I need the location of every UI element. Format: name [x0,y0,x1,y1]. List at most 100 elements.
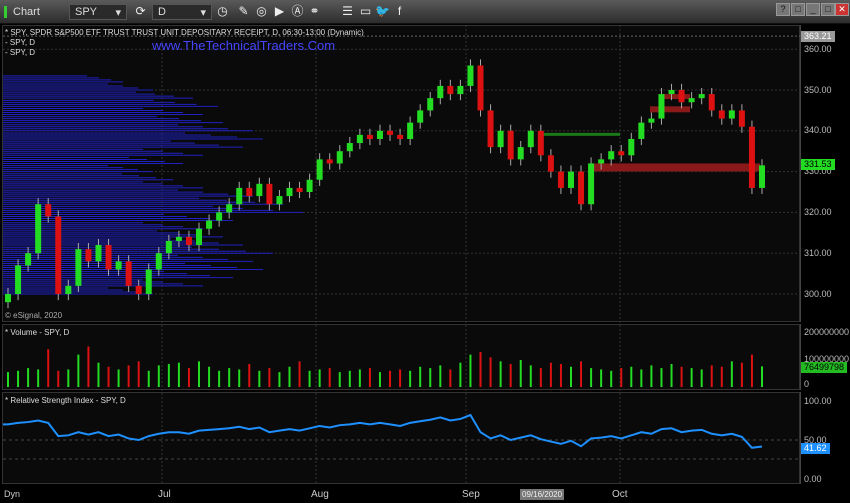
candle-body [567,171,574,188]
candle-body [507,130,514,160]
candle-body [437,85,444,99]
candle-body [457,85,464,95]
candle-body [678,90,685,103]
candle-body [286,187,293,197]
last-volume-tag: 76499798 [801,362,848,373]
candle-body [517,147,524,160]
candle-body [246,187,253,197]
candle-body [588,163,595,205]
rsi-title: * Relative Strength Index - SPY, D [5,396,126,405]
candle-body [95,245,102,262]
candle-body [276,196,283,205]
candle-body [467,65,474,86]
candle-body [326,159,333,164]
candle-body [487,110,494,148]
candle-body [206,220,213,229]
candle-body [196,228,203,246]
candle-body [85,249,92,262]
candle-body [65,285,72,294]
candle-body [125,261,132,286]
candle-body [759,165,765,188]
x-month-label: Jul [158,489,171,500]
candle-body [547,155,554,172]
last-price-tag: 331.53 [801,159,835,170]
candle-body [15,265,22,294]
rsi-tick: 100.00 [804,396,832,406]
dynamic-toggle[interactable]: Dyn [4,489,20,499]
candle-body [668,90,675,95]
candle-body [578,171,585,205]
price-tick: 310.00 [804,248,832,258]
candle-body [648,118,655,123]
copyright: © eSignal, 2020 [5,311,63,320]
candle-body [376,130,383,139]
candle-body [175,236,182,241]
candle-body [598,159,605,164]
price-tick: 350.00 [804,85,832,95]
volume-tick: 0 [804,379,810,389]
price-tick: 320.00 [804,207,832,217]
candle-body [698,94,705,99]
volume-tick: 200000000 [804,327,850,337]
candle-body [145,269,152,294]
candle-body [658,94,665,119]
x-month-label: Aug [311,489,329,500]
candle-body [407,122,414,139]
candle-body [497,130,504,148]
candle-body [45,204,52,217]
resistance-zone [650,106,690,113]
candle-body [738,110,745,127]
volume-axis[interactable]: 200000000 100000000 0 76499798 [800,324,850,390]
candle-body [387,130,394,135]
candle-body [25,253,32,266]
candle-body [688,98,695,103]
candle-body [155,253,162,270]
candle-body [618,151,625,156]
candle-body [115,261,122,270]
candle-body [356,134,363,144]
candle-body [417,110,424,123]
price-tick: 360.00 [804,44,832,54]
resistance-zone [590,163,760,172]
price-axis[interactable]: 363.21 360.00 350.00 340.00 330.00 320.0… [800,25,850,322]
rsi-line [3,413,763,449]
candle-body [316,159,323,180]
candle-body [527,130,534,148]
watermark: www.TheTechnicalTraders.Com [152,38,336,53]
candle-body [728,110,735,119]
x-month-label: Oct [612,489,628,500]
rsi-tick: 0.00 [804,474,822,484]
candle-body [447,85,454,95]
candle-body [226,204,233,213]
cursor-date-tag: 09/16/2020 [520,489,565,500]
price-tick: 300.00 [804,289,832,299]
series-label-2: - SPY, D [5,48,36,57]
candle-body [557,171,564,188]
candle-body [708,94,715,111]
candle-body [5,294,11,303]
candle-body [75,249,82,286]
candle-body [236,187,243,205]
candle-body [477,65,484,111]
candle-body [748,126,755,188]
candle-body [35,204,42,254]
resistance-zone [660,94,690,100]
candle-body [185,236,192,246]
last-rsi-tag: 41.62 [801,443,830,454]
candle-body [336,151,343,164]
candle-body [306,179,313,192]
chart-canvas [3,25,800,484]
candle-body [537,130,544,156]
candle-body [216,212,223,221]
support-zone [540,132,620,136]
candle-body [427,98,434,111]
high-price-tag: 363.21 [801,31,835,42]
candle-body [55,216,62,294]
candle-body [256,183,263,197]
rsi-axis[interactable]: 100.00 50.00 0.00 41.62 [800,392,850,484]
candle-body [638,122,645,139]
candle-body [718,110,725,119]
candle-body [165,240,172,254]
price-tick: 340.00 [804,125,832,135]
candle-body [105,245,112,270]
